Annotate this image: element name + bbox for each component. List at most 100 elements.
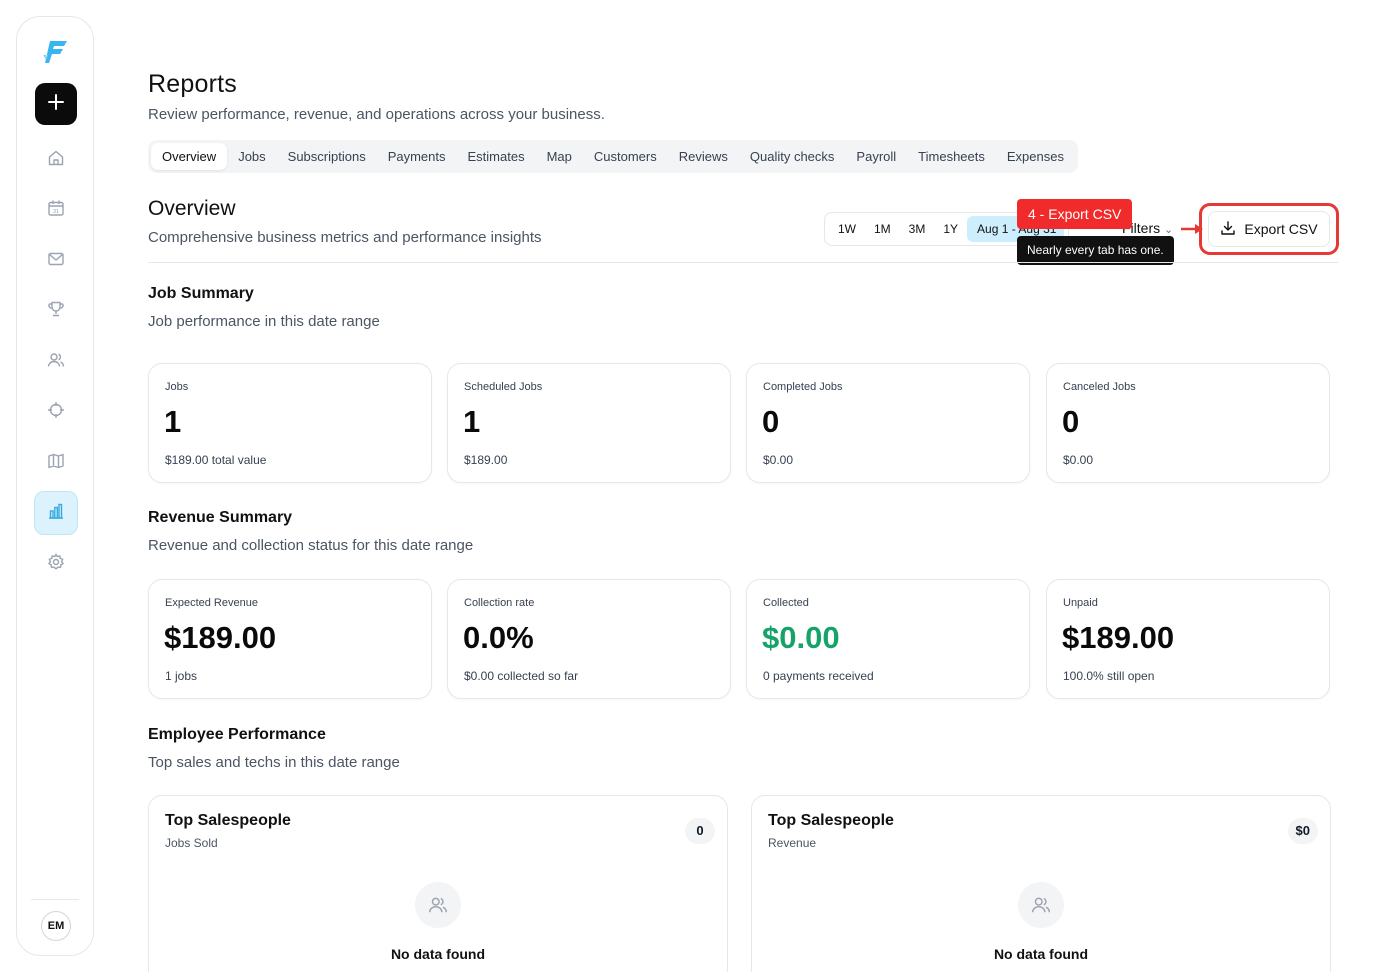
nav-calendar[interactable]: 31 [34, 188, 78, 232]
crosshair-icon [47, 401, 65, 424]
tab-map[interactable]: Map [536, 143, 583, 170]
stat-sub: $0.00 collected so far [464, 669, 579, 683]
nav-dispatch[interactable] [34, 390, 78, 434]
panel-subtitle: Revenue [768, 836, 817, 850]
stat-sub: 0 payments received [763, 669, 874, 683]
stat-label: Canceled Jobs [1063, 381, 1136, 393]
stat-sub: $189.00 [464, 453, 508, 467]
trophy-icon [47, 300, 65, 323]
plus-icon [47, 93, 65, 116]
stat-sub: 100.0% still open [1063, 669, 1155, 683]
tab-timesheets[interactable]: Timesheets [907, 143, 996, 170]
overview-subtitle: Comprehensive business metrics and perfo… [148, 229, 542, 246]
stat-sub: 1 jobs [165, 669, 198, 683]
report-tabs: Overview Jobs Subscriptions Payments Est… [148, 140, 1078, 173]
stat-value: 1 [164, 404, 182, 439]
stat-value: $0.00 [762, 620, 840, 655]
employee-performance-title: Employee Performance [148, 726, 326, 743]
stat-value: 0 [1062, 404, 1080, 439]
tab-customers[interactable]: Customers [583, 143, 668, 170]
step-badge: 4 - Export CSV [1017, 199, 1133, 229]
stat-label: Unpaid [1063, 597, 1098, 609]
stat-value: $189.00 [1062, 620, 1175, 655]
tab-quality-checks[interactable]: Quality checks [739, 143, 846, 170]
users-icon [47, 351, 65, 374]
pointer-arrow-icon [1181, 224, 1203, 234]
stat-card-jobs: Jobs 1 $189.00 total value [148, 363, 432, 483]
stat-label: Scheduled Jobs [464, 381, 543, 393]
tab-expenses[interactable]: Expenses [996, 143, 1075, 170]
job-summary-subtitle: Job performance in this date range [148, 313, 380, 330]
range-1m-button[interactable]: 1M [865, 216, 900, 242]
stat-card-completed-jobs: Completed Jobs 0 $0.00 [746, 363, 1030, 483]
stat-value: 1 [463, 404, 481, 439]
revenue-summary-subtitle: Revenue and collection status for this d… [148, 537, 474, 554]
tab-estimates[interactable]: Estimates [457, 143, 536, 170]
stat-sub: $0.00 [763, 453, 794, 467]
employee-performance-subtitle: Top sales and techs in this date range [148, 754, 400, 771]
count-badge: $0 [1287, 818, 1318, 844]
stat-label: Expected Revenue [165, 597, 258, 609]
range-1w-button[interactable]: 1W [829, 216, 865, 242]
home-icon [47, 149, 65, 172]
job-summary-title: Job Summary [148, 285, 254, 302]
stat-card-scheduled-jobs: Scheduled Jobs 1 $189.00 [447, 363, 731, 483]
mail-icon [47, 250, 65, 273]
tab-payroll[interactable]: Payroll [845, 143, 907, 170]
stat-label: Collected [763, 597, 809, 609]
empty-state-text: No data found [390, 946, 486, 962]
tab-jobs[interactable]: Jobs [227, 143, 276, 170]
revenue-summary-title: Revenue Summary [148, 509, 293, 526]
nav-map[interactable] [34, 441, 78, 485]
bar-chart-icon [47, 502, 65, 525]
count-badge: 0 [685, 818, 715, 844]
panel-subtitle: Jobs Sold [165, 836, 218, 850]
stat-value: $189.00 [164, 620, 277, 655]
top-salespeople-jobs-panel: Top Salespeople Jobs Sold 0 No data foun… [148, 795, 728, 972]
sidebar-divider [31, 899, 79, 900]
users-icon [415, 882, 461, 928]
page-subtitle: Review performance, revenue, and operati… [148, 106, 605, 123]
panel-title: Top Salespeople [165, 812, 291, 829]
tab-reviews[interactable]: Reviews [668, 143, 739, 170]
empty-state-text: No data found [993, 946, 1089, 962]
tooltip: Nearly every tab has one. [1017, 236, 1174, 265]
svg-text:31: 31 [53, 209, 59, 215]
stat-value: 0 [762, 404, 780, 439]
range-1y-button[interactable]: 1Y [934, 216, 967, 242]
range-3m-button[interactable]: 3M [900, 216, 935, 242]
stat-label: Completed Jobs [763, 381, 843, 393]
nav-rewards[interactable] [34, 289, 78, 333]
stat-sub: $0.00 [1063, 453, 1094, 467]
tab-subscriptions[interactable]: Subscriptions [277, 143, 377, 170]
stat-value: 0.0% [463, 620, 534, 655]
section-divider [148, 262, 1338, 263]
page-title: Reports [148, 70, 237, 98]
overview-title: Overview [148, 197, 236, 220]
stat-sub: $189.00 total value [165, 453, 267, 467]
gear-icon [47, 552, 65, 576]
tab-payments[interactable]: Payments [377, 143, 457, 170]
top-salespeople-revenue-panel: Top Salespeople Revenue $0 No data found [751, 795, 1331, 972]
chevron-down-icon: ⌄ [1164, 224, 1174, 236]
stat-card-canceled-jobs: Canceled Jobs 0 $0.00 [1046, 363, 1330, 483]
users-icon [1018, 882, 1064, 928]
stat-card-collected: Collected $0.00 0 payments received [746, 579, 1030, 699]
nav-inbox[interactable] [34, 239, 78, 283]
stat-label: Collection rate [464, 597, 535, 609]
stat-card-unpaid: Unpaid $189.00 100.0% still open [1046, 579, 1330, 699]
map-icon [47, 452, 65, 475]
nav-home[interactable] [34, 138, 78, 182]
panel-title: Top Salespeople [768, 812, 894, 829]
add-button[interactable] [35, 83, 77, 125]
nav-settings[interactable] [34, 542, 78, 586]
stat-card-expected-revenue: Expected Revenue $189.00 1 jobs [148, 579, 432, 699]
export-highlight-ring [1199, 203, 1339, 255]
nav-reports[interactable] [34, 491, 78, 535]
nav-customers[interactable] [34, 340, 78, 384]
avatar[interactable]: EM [41, 911, 71, 941]
calendar-icon: 31 [47, 199, 65, 222]
brand-logo-icon[interactable] [41, 37, 71, 67]
sidebar: 31 EM [16, 16, 94, 956]
tab-overview[interactable]: Overview [151, 143, 228, 170]
